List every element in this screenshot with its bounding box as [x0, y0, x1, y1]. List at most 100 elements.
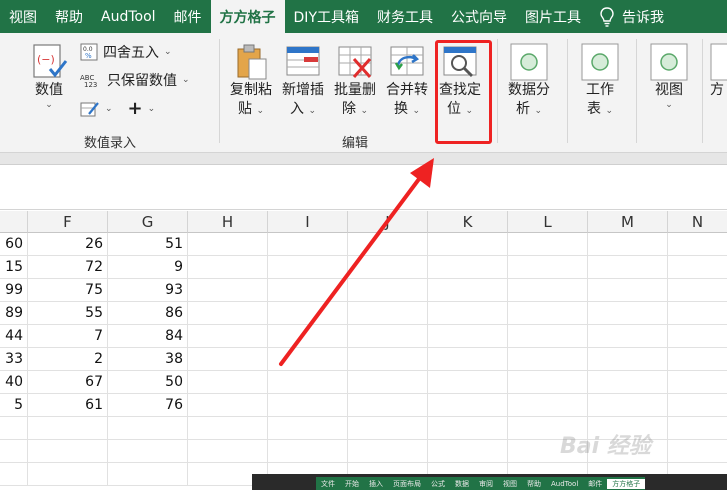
- grid-cell[interactable]: [268, 394, 348, 417]
- grid-cell[interactable]: [668, 302, 727, 325]
- tab-mail[interactable]: 邮件: [165, 0, 211, 33]
- grid-cell[interactable]: [348, 348, 428, 371]
- chevron-down-icon[interactable]: ⌄: [148, 104, 156, 114]
- grid-cell[interactable]: [28, 440, 108, 463]
- column-header-i[interactable]: I: [268, 211, 348, 233]
- grid-cell[interactable]: 67: [28, 371, 108, 394]
- grid-cell[interactable]: [508, 371, 588, 394]
- grid-cell[interactable]: [188, 256, 268, 279]
- tab-audtool[interactable]: AudTool: [92, 0, 165, 33]
- grid-cell[interactable]: [268, 302, 348, 325]
- merge-convert-button[interactable]: 合并转 换 ⌄: [386, 43, 428, 121]
- grid-cell[interactable]: [108, 417, 188, 440]
- grid-cell[interactable]: [348, 440, 428, 463]
- column-header-m[interactable]: M: [588, 211, 668, 233]
- grid-cell[interactable]: 9: [108, 256, 188, 279]
- grid-cell[interactable]: [588, 371, 668, 394]
- grid-cell[interactable]: [668, 233, 727, 256]
- grid-cell[interactable]: [508, 233, 588, 256]
- numeric-button[interactable]: (−) 数值 ⌄: [30, 43, 68, 110]
- grid-cell[interactable]: [188, 348, 268, 371]
- grid-cell[interactable]: [428, 394, 508, 417]
- grid-cell[interactable]: [508, 348, 588, 371]
- grid-cell[interactable]: [588, 302, 668, 325]
- grid-cell[interactable]: 55: [28, 302, 108, 325]
- grid-cell[interactable]: 40: [0, 371, 28, 394]
- grid-cell[interactable]: [668, 440, 727, 463]
- tab-help[interactable]: 帮助: [46, 0, 92, 33]
- grid-cell[interactable]: [348, 371, 428, 394]
- column-header-partial[interactable]: [0, 211, 28, 233]
- grid-cell[interactable]: 84: [108, 325, 188, 348]
- grid-cell[interactable]: [348, 233, 428, 256]
- grid-cell[interactable]: [668, 394, 727, 417]
- grid-cell[interactable]: 75: [28, 279, 108, 302]
- grid-cell[interactable]: [668, 348, 727, 371]
- grid-cell[interactable]: [428, 233, 508, 256]
- grid-cell[interactable]: [188, 302, 268, 325]
- grid-cell[interactable]: [268, 279, 348, 302]
- grid-cell[interactable]: [668, 256, 727, 279]
- find-locate-button[interactable]: 查找定 位 ⌄: [439, 43, 481, 121]
- view-button[interactable]: 视图 ⌄: [650, 43, 688, 110]
- grid-cell[interactable]: [428, 302, 508, 325]
- grid-cell[interactable]: [508, 256, 588, 279]
- grid-cell[interactable]: 33: [0, 348, 28, 371]
- partial-button[interactable]: 方: [710, 43, 727, 100]
- grid-cell[interactable]: [268, 417, 348, 440]
- grid-cell[interactable]: 44: [0, 325, 28, 348]
- chevron-down-icon[interactable]: ⌄: [105, 104, 113, 114]
- grid-cell[interactable]: [0, 463, 28, 486]
- grid-cell[interactable]: [108, 440, 188, 463]
- plus-icon[interactable]: +: [128, 98, 143, 119]
- grid-cell[interactable]: 99: [0, 279, 28, 302]
- grid-cell[interactable]: [268, 325, 348, 348]
- column-header-l[interactable]: L: [508, 211, 588, 233]
- grid-cell[interactable]: [348, 394, 428, 417]
- grid-cell[interactable]: [188, 279, 268, 302]
- column-header-k[interactable]: K: [428, 211, 508, 233]
- grid-cell[interactable]: [428, 325, 508, 348]
- grid-cell[interactable]: 86: [108, 302, 188, 325]
- grid-cell[interactable]: [668, 279, 727, 302]
- column-header-g[interactable]: G: [108, 211, 188, 233]
- grid-cell[interactable]: [348, 417, 428, 440]
- grid-cell[interactable]: [428, 256, 508, 279]
- grid-cell[interactable]: 26: [28, 233, 108, 256]
- round-button[interactable]: 0.0 % 四舍五入 ⌄: [80, 42, 172, 62]
- grid-cell[interactable]: [588, 394, 668, 417]
- tab-diy-toolbox[interactable]: DIY工具箱: [285, 0, 368, 33]
- grid-cell[interactable]: [268, 348, 348, 371]
- grid-cell[interactable]: 76: [108, 394, 188, 417]
- grid-cell[interactable]: [188, 417, 268, 440]
- grid-cell[interactable]: [348, 325, 428, 348]
- grid-cell[interactable]: 61: [28, 394, 108, 417]
- grid-cell[interactable]: [588, 256, 668, 279]
- grid-cell[interactable]: 72: [28, 256, 108, 279]
- grid-cell[interactable]: [268, 440, 348, 463]
- grid-cell[interactable]: [668, 371, 727, 394]
- batch-delete-button[interactable]: 批量删 除 ⌄: [334, 43, 376, 121]
- tell-me-search[interactable]: 告诉我: [590, 0, 664, 33]
- grid-cell[interactable]: [348, 302, 428, 325]
- grid-cell[interactable]: [188, 394, 268, 417]
- column-header-f[interactable]: F: [28, 211, 108, 233]
- grid-cell[interactable]: [268, 371, 348, 394]
- tab-view[interactable]: 视图: [0, 0, 46, 33]
- grid-cell[interactable]: [268, 256, 348, 279]
- column-header-j[interactable]: J: [348, 211, 428, 233]
- grid-cell[interactable]: [428, 440, 508, 463]
- grid-cell[interactable]: 50: [108, 371, 188, 394]
- data-analysis-button[interactable]: 数据分 析 ⌄: [508, 43, 550, 121]
- formula-bar-area[interactable]: [0, 166, 727, 210]
- grid-cell[interactable]: [588, 348, 668, 371]
- worksheet-button[interactable]: 工作 表 ⌄: [581, 43, 619, 121]
- grid-cell[interactable]: [188, 325, 268, 348]
- column-header-n[interactable]: N: [668, 211, 727, 233]
- grid-cell[interactable]: [0, 440, 28, 463]
- grid-cell[interactable]: [188, 440, 268, 463]
- grid-cell[interactable]: [668, 417, 727, 440]
- grid-cell[interactable]: [508, 394, 588, 417]
- tab-formula-wizard[interactable]: 公式向导: [442, 0, 516, 33]
- grid-cell[interactable]: [588, 325, 668, 348]
